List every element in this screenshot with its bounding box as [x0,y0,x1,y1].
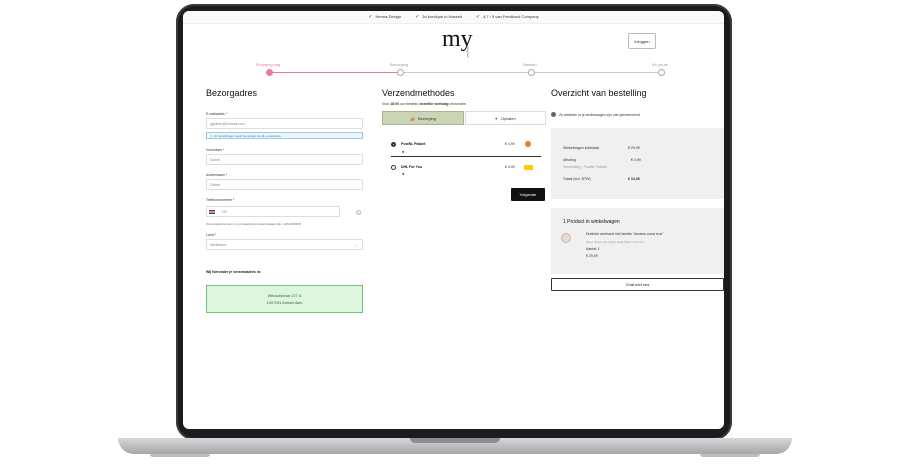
summary-title: Overzicht van bestelling [551,88,647,98]
usp-item: ✓ Herma Design [368,14,402,20]
total-value: € 34,98 [628,177,640,181]
subtotal-value: € 29,99 [628,146,640,150]
country-select[interactable]: Nederland ⌄ [206,239,363,250]
shipping-option-postnl[interactable]: PostNL Pakket [391,140,521,148]
product-variant: Kleur: Zilver duurzaam staal Maat: One s… [586,240,645,244]
truck-icon: 🚚 [410,115,415,121]
nl-flag-icon[interactable] [209,210,215,214]
check-icon: ✓ [368,14,373,20]
subtotal-label: Winkelwagen subtotaal [563,146,599,150]
chat-button[interactable]: Chat met ons [551,278,724,291]
found-address[interactable]: Wibautstraat 127 A 1097DN Amsterdam [206,285,363,313]
product-name[interactable]: Dubbele armband met bedels "dreams come … [586,232,664,236]
tab-pickup[interactable]: ⌖ Ophalen [465,111,546,125]
laptop-foot-right [700,454,760,457]
brand-logo[interactable]: my jewellery [442,27,473,58]
info-icon [551,112,556,117]
product-qty: Aantal: 1 [586,247,600,251]
found-address-line: 1097DN Amsterdam [266,300,303,305]
phone-hint: Vul je telefoonnummer in om je bestellin… [206,223,301,226]
progress-step-dot[interactable] [397,69,404,76]
usp-item: ✓ 3d boutique in Hasselt [415,14,462,20]
info-icon: ● [402,171,405,176]
help-icon[interactable]: ? [356,210,361,215]
screen: ✓ Herma Design ✓ 3d boutique in Hasselt ✓ 4… [183,11,724,429]
location-pin-icon: ⌖ [495,115,498,121]
shipping-title: Verzendmethodes [382,88,455,98]
progress-fill [268,72,399,73]
product-thumbnail[interactable] [561,233,571,243]
lastname-label: Achternaam * [206,173,228,177]
postnl-logo-icon [525,141,531,147]
progress-step-label: Betalen [523,62,537,67]
address-title: Bezorgadres [206,88,258,98]
usp-bar: ✓ Herma Design ✓ 3d boutique in Hasselt ✓ 4… [183,11,724,24]
firstname-field[interactable]: Sanne [206,154,363,165]
email-field[interactable]: ggeleen@hotmail.com [206,118,363,129]
radio-button[interactable] [391,164,396,170]
lastname-field[interactable]: Gelder [206,179,363,190]
check-icon: ✓ [415,14,420,20]
cart-title: 1 Product in winkelwagen [563,219,620,225]
checkout-progress: Shopping bag Bezorging Betalen It's your… [256,62,668,81]
shipping-price: € 4,99 [505,142,515,146]
country-label: Land * [206,233,217,237]
found-address-title: Wij hieronder je verzendadres in: [206,270,262,274]
laptop-foot-left [150,454,210,457]
usp-item: ✓ 4,7 / 5 van Feedback Company [475,14,539,20]
shipping-notice: Voor 18:00 uur besteld, dezelfde werkdag… [382,102,466,106]
progress-step-dot[interactable] [266,69,273,76]
shipping-option-dhl[interactable]: DHL For You [391,163,521,171]
summary-box: Winkelwagen subtotaal € 29,99 Afhaling €… [551,128,724,199]
laptop-notch [410,438,500,443]
shipping-label: Afhaling [563,158,576,162]
shipping-divider [391,156,541,157]
found-address-line: Wibautstraat 127 A [267,293,302,298]
total-label: Totaal (incl. BTW) [563,177,591,181]
cart-box: 1 Product in winkelwagen Dubbele armband… [551,208,724,274]
email-label: E-mailadres * [206,112,228,116]
next-button[interactable]: Volgende [511,188,545,201]
radio-button[interactable] [391,141,396,147]
shipping-sub: Verzending - PostNL Pakket [563,165,607,169]
phone-field[interactable]: +31 [206,206,340,217]
dhl-logo-icon [524,165,533,170]
shipping-value: € 4,99 [631,158,641,162]
progress-step-label: Shopping bag [255,62,281,67]
firstname-label: Voornaam * [206,148,225,152]
check-icon: ✓ [475,14,481,20]
info-icon: ● [402,149,405,154]
email-hint: ⓘ Je bestellingen wordt bevestigd via di… [206,132,363,139]
chevron-down-icon: ⌄ [355,242,358,247]
product-price: € 29,99 [586,254,598,258]
progress-step-label: It's yours [652,62,668,67]
progress-step-dot[interactable] [658,69,665,76]
progress-step-label: Bezorging [389,62,409,67]
login-button[interactable]: Inloggen [628,33,656,49]
summary-note: Zo artikelen in je winkelwagen zijn niet… [551,112,640,117]
progress-step-dot[interactable] [528,69,535,76]
tab-delivery[interactable]: 🚚 Bezorging [382,111,464,125]
phone-label: Telefoonnummer * [206,198,235,202]
shipping-price: € 4,99 [505,165,515,169]
